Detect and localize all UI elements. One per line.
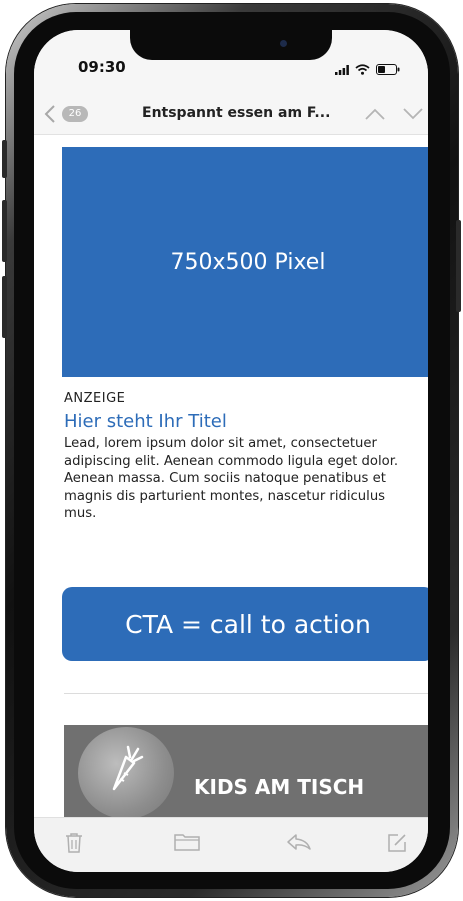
- status-icons: [335, 60, 400, 79]
- ad-title[interactable]: Hier steht Ihr Titel: [64, 411, 227, 432]
- unread-count-badge: 26: [62, 106, 88, 122]
- mute-switch: [2, 140, 7, 178]
- phone-screen: 09:30 26 Entspannt essen am F... 750x500…: [34, 30, 428, 872]
- mail-toolbar: [34, 817, 428, 872]
- cta-button-label: CTA = call to action: [125, 609, 371, 639]
- section-divider: [64, 693, 428, 694]
- wifi-icon: [355, 60, 370, 79]
- ad-body-text: Lead, lorem ipsum dolor sit amet, consec…: [64, 436, 399, 521]
- volume-down-button: [2, 276, 7, 338]
- ad-label: ANZEIGE: [64, 391, 126, 406]
- hero-image-placeholder[interactable]: 750x500 Pixel: [62, 147, 428, 377]
- carrot-icon: [104, 745, 144, 797]
- signal-icon: [335, 60, 349, 79]
- back-chevron-icon[interactable]: [44, 104, 56, 128]
- kids-teaser-title: KIDS AM TISCH: [194, 775, 365, 799]
- reply-icon[interactable]: [286, 832, 312, 856]
- plate-image: [78, 727, 174, 817]
- trash-icon[interactable]: [64, 832, 84, 858]
- next-message-chevron-down-icon[interactable]: [402, 106, 424, 125]
- status-time: 09:30: [78, 58, 126, 76]
- notch: [130, 30, 332, 60]
- battery-icon: [376, 60, 400, 79]
- power-button: [456, 220, 461, 312]
- email-body: 750x500 Pixel ANZEIGE Hier steht Ihr Tit…: [34, 135, 428, 817]
- front-camera: [280, 40, 287, 47]
- previous-message-chevron-up-icon[interactable]: [364, 106, 386, 125]
- email-subject: Entspannt essen am F...: [142, 105, 331, 121]
- mail-nav-bar: 26 Entspannt essen am F...: [34, 94, 428, 135]
- volume-up-button: [2, 200, 7, 262]
- cta-button[interactable]: CTA = call to action: [62, 587, 428, 661]
- compose-icon[interactable]: [386, 832, 408, 858]
- hero-image-label: 750x500 Pixel: [170, 249, 326, 275]
- kids-teaser-banner[interactable]: KIDS AM TISCH: [64, 725, 428, 817]
- folder-icon[interactable]: [174, 832, 200, 856]
